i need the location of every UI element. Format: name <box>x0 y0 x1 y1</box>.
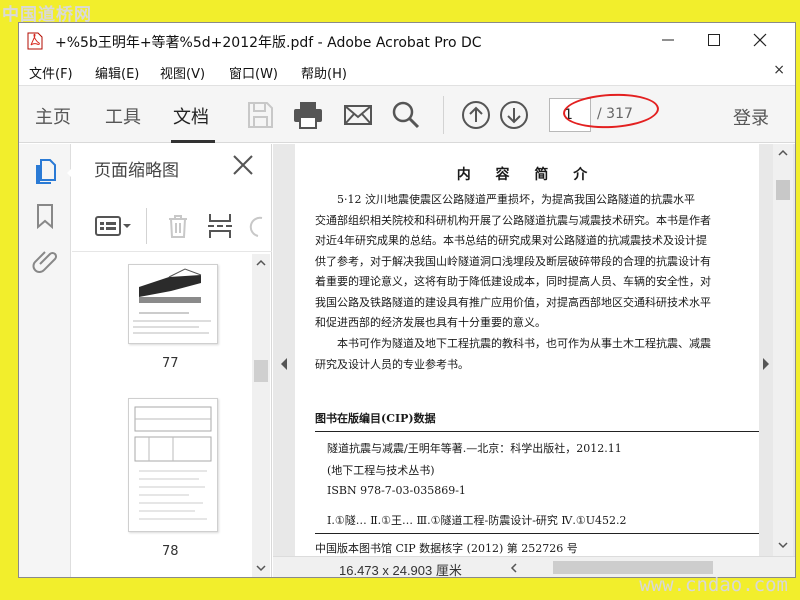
paragraph-line: 供了参考，对于解决我国山岭隧道洞口浅埋段及断层破碎带段的合理的抗震设计有 <box>315 254 711 268</box>
close-panel-icon[interactable] <box>230 152 256 178</box>
horizontal-scroll-thumb[interactable] <box>553 561 713 574</box>
maximize-button[interactable] <box>691 23 737 57</box>
scroll-down-icon[interactable] <box>252 559 270 577</box>
thumbnail-78-image <box>134 406 212 520</box>
paragraph-line: 和促进西部的经济发展也具有十分重要的意义。 <box>315 316 546 329</box>
watermark-logo-top: 中国道桥网 <box>2 5 92 25</box>
acrobat-window: +%5b王明年+等著%5d+2012年版.pdf - Adobe Acrobat… <box>18 22 796 578</box>
paragraph-line: 本书可作为隧道及地下工程抗震的教科书，也可作为从事土木工程抗震、减震 <box>337 337 711 350</box>
active-tab-indicator <box>171 140 215 143</box>
tab-document[interactable]: 文档 <box>173 103 209 129</box>
previous-page-icon[interactable] <box>459 98 493 132</box>
document-view: 内 容 简 介 5·12 汶川地震使震区公路隧道严重损坏，为提高我国公路隧道的抗… <box>273 144 795 578</box>
doc-scroll-up-icon[interactable] <box>773 144 793 162</box>
cip-footer: 中国版本图书馆 CIP 数据核字 (2012) 第 252726 号 <box>315 542 578 555</box>
paragraph-line: 我国公路及铁路隧道的建设具有推广应用价值，对提高西部地区交通科研技术水平 <box>315 295 711 309</box>
menu-window[interactable]: 窗口(W) <box>229 63 278 82</box>
minimize-button[interactable] <box>645 23 691 57</box>
page-size-readout: 16.473 x 24.903 厘米 <box>339 563 462 578</box>
cip-title: 图书在版编目(CIP)数据 <box>315 412 436 425</box>
print-icon[interactable] <box>291 98 325 132</box>
thumbnail-label-78: 78 <box>162 544 179 559</box>
panel-title: 页面缩略图 <box>94 161 179 181</box>
scroll-up-icon[interactable] <box>252 254 270 272</box>
paragraph-line: 对近4年研究成果的总结。本书总结的研究成果对公路隧道的抗减震技术及设计提 <box>315 234 707 247</box>
thumbnail-page-77[interactable] <box>128 264 218 344</box>
attachment-icon[interactable] <box>31 246 59 274</box>
navigation-rail <box>19 144 76 577</box>
close-document-button[interactable]: × <box>773 62 785 78</box>
watermark-url-bottom: www.cndao.com <box>639 574 788 596</box>
hscroll-left-icon[interactable] <box>507 559 521 577</box>
cip-divider-bottom <box>315 533 759 534</box>
menu-edit[interactable]: 编辑(E) <box>95 63 139 82</box>
next-page-icon[interactable] <box>497 98 531 132</box>
thumbnail-list: 77 78 <box>72 254 250 577</box>
menu-bar: 文件(F) 编辑(E) 视图(V) 窗口(W) 帮助(H) × <box>19 59 795 85</box>
panel-separator <box>146 208 147 244</box>
thumbnail-scroll-thumb[interactable] <box>254 360 268 382</box>
page-heading: 内 容 简 介 <box>456 167 598 183</box>
left-collapse-arrow[interactable] <box>281 358 287 370</box>
paragraph-line: 5·12 汶川地震使震区公路隧道严重损坏，为提高我国公路隧道的抗震水平 <box>337 193 695 206</box>
close-icon <box>753 33 767 47</box>
extract-pages-icon[interactable] <box>206 212 234 240</box>
cip-line: (地下工程与技术丛书) <box>327 464 435 477</box>
close-window-button[interactable] <box>737 23 783 57</box>
thumbnail-page-78[interactable] <box>128 398 218 532</box>
page-thumbnails-icon[interactable] <box>31 158 59 186</box>
email-icon[interactable] <box>341 98 375 132</box>
thumbnail-label-77: 77 <box>162 356 179 371</box>
cip-line: 隧道抗震与减震/王明年等著.—北京：科学出版社，2012.11 <box>327 442 622 455</box>
document-scroll-thumb[interactable] <box>776 180 790 200</box>
paragraph-line: 着重要的理论意义，这将有助于降低建设成本，同时提高人员、车辆的安全性，对 <box>315 275 711 288</box>
cip-divider-top <box>315 431 759 432</box>
search-icon[interactable] <box>389 98 423 132</box>
pdf-file-icon <box>27 32 43 50</box>
usage-paragraph: 本书可作为隧道及地下工程抗震的教科书，也可作为从事土木工程抗震、减震 研究及设计… <box>315 334 759 375</box>
toolbar-separator <box>443 96 444 134</box>
pdf-page: 内 容 简 介 5·12 汶川地震使震区公路隧道严重损坏，为提高我国公路隧道的抗… <box>295 144 759 556</box>
document-vertical-scrollbar[interactable] <box>773 144 793 556</box>
window-title: +%5b王明年+等著%5d+2012年版.pdf - Adobe Acrobat… <box>55 35 482 51</box>
bookmark-icon[interactable] <box>31 202 59 230</box>
thumbnail-options-icon[interactable] <box>94 212 134 240</box>
paragraph-line: 交通部组织相关院校和科研机构开展了公路隧道抗震与减震技术研究。本书是作者 <box>315 213 711 227</box>
cip-line: Ⅰ.①隧… Ⅱ.①王… Ⅲ.①隧道工程-防震设计-研究 Ⅳ.①U452.2 <box>327 514 627 527</box>
tab-tools[interactable]: 工具 <box>105 103 141 129</box>
save-icon[interactable] <box>243 98 277 132</box>
menu-file[interactable]: 文件(F) <box>29 63 73 82</box>
title-bar: +%5b王明年+等著%5d+2012年版.pdf - Adobe Acrobat… <box>19 23 795 59</box>
maximize-icon <box>708 34 720 46</box>
menu-help[interactable]: 帮助(H) <box>301 63 347 82</box>
paragraph-line: 研究及设计人员的专业参考书。 <box>315 357 469 371</box>
intro-paragraph: 5·12 汶川地震使震区公路隧道严重损坏，为提高我国公路隧道的抗震水平 交通部组… <box>315 190 759 334</box>
toolbar: 主页 工具 文档 1 / 317 登录 <box>19 85 795 143</box>
thumbnail-77-image <box>133 268 211 334</box>
doc-scroll-down-icon[interactable] <box>773 536 793 554</box>
panel-toolbar <box>72 200 272 252</box>
minimize-icon <box>662 39 674 41</box>
rotate-page-icon[interactable] <box>248 212 270 240</box>
login-button[interactable]: 登录 <box>733 104 769 130</box>
thumbnails-panel: 页面缩略图 77 78 <box>72 144 272 577</box>
tab-home[interactable]: 主页 <box>35 103 71 129</box>
menu-view[interactable]: 视图(V) <box>160 63 205 82</box>
cip-line: ISBN 978-7-03-035869-1 <box>327 484 466 497</box>
right-collapse-arrow[interactable] <box>763 358 769 370</box>
thumbnail-scrollbar[interactable] <box>252 254 270 577</box>
delete-page-icon[interactable] <box>164 212 192 240</box>
